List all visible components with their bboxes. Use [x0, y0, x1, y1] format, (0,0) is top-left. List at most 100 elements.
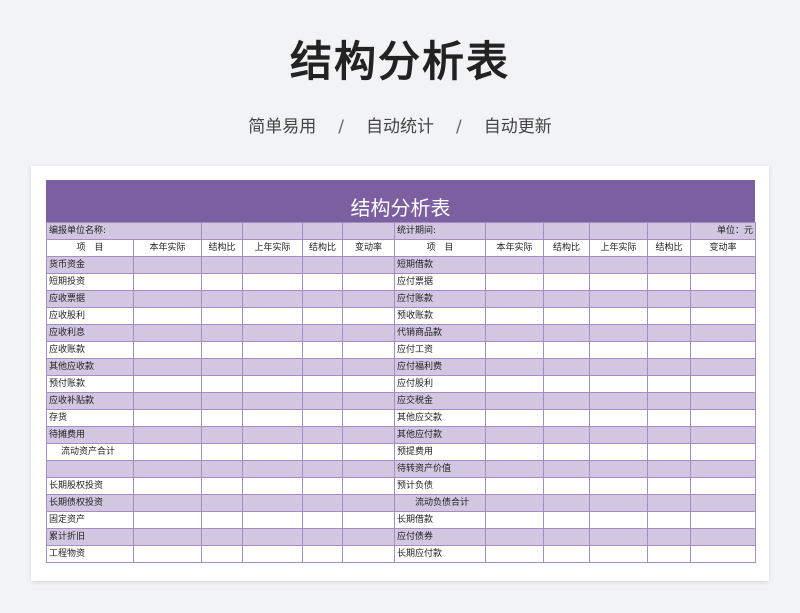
table-cell[interactable]: [242, 528, 304, 546]
table-cell[interactable]: [690, 341, 757, 359]
table-cell[interactable]: [485, 409, 545, 427]
table-cell[interactable]: [132, 477, 203, 495]
table-cell[interactable]: [242, 375, 304, 393]
table-cell[interactable]: [690, 324, 757, 342]
table-cell[interactable]: [647, 392, 692, 410]
table-cell[interactable]: [690, 358, 757, 376]
table-cell[interactable]: [201, 460, 244, 478]
table-cell[interactable]: [342, 290, 396, 308]
table-cell[interactable]: [132, 324, 203, 342]
table-cell[interactable]: [543, 290, 591, 308]
table-cell[interactable]: [589, 426, 649, 444]
table-cell[interactable]: [690, 409, 757, 427]
table-cell[interactable]: [302, 511, 344, 529]
table-cell[interactable]: [485, 324, 545, 342]
table-cell[interactable]: [589, 256, 649, 274]
table-cell[interactable]: [543, 222, 591, 240]
table-cell[interactable]: [201, 426, 244, 444]
table-cell[interactable]: [589, 545, 649, 563]
table-cell[interactable]: [302, 409, 344, 427]
table-cell[interactable]: [647, 528, 692, 546]
table-cell[interactable]: [485, 511, 545, 529]
table-cell[interactable]: [690, 273, 757, 291]
table-cell[interactable]: [242, 324, 304, 342]
table-cell[interactable]: [342, 443, 396, 461]
table-cell[interactable]: [647, 460, 692, 478]
table-cell[interactable]: [690, 494, 757, 512]
table-cell[interactable]: [201, 477, 244, 495]
table-cell[interactable]: [647, 545, 692, 563]
table-cell[interactable]: [201, 392, 244, 410]
table-cell[interactable]: [201, 545, 244, 563]
table-cell[interactable]: [485, 528, 545, 546]
table-cell[interactable]: [485, 307, 545, 325]
table-cell[interactable]: [132, 494, 203, 512]
table-cell[interactable]: [543, 256, 591, 274]
table-cell[interactable]: [342, 494, 396, 512]
table-cell[interactable]: [302, 477, 344, 495]
table-cell[interactable]: [690, 477, 757, 495]
table-cell[interactable]: [302, 341, 344, 359]
table-cell[interactable]: [589, 341, 649, 359]
table-cell[interactable]: [690, 375, 757, 393]
table-cell[interactable]: [589, 443, 649, 461]
table-cell[interactable]: [485, 273, 545, 291]
table-cell[interactable]: [132, 307, 203, 325]
table-cell[interactable]: [242, 392, 304, 410]
table-cell[interactable]: [201, 222, 244, 240]
table-cell[interactable]: [690, 392, 757, 410]
table-cell[interactable]: [342, 273, 396, 291]
table-cell[interactable]: [690, 528, 757, 546]
table-cell[interactable]: [132, 511, 203, 529]
table-cell[interactable]: [647, 307, 692, 325]
table-cell[interactable]: [485, 392, 545, 410]
table-cell[interactable]: [132, 426, 203, 444]
table-cell[interactable]: [690, 443, 757, 461]
table-cell[interactable]: [647, 494, 692, 512]
table-cell[interactable]: [543, 545, 591, 563]
table-cell[interactable]: [132, 392, 203, 410]
table-cell[interactable]: [543, 273, 591, 291]
table-cell[interactable]: [543, 494, 591, 512]
table-cell[interactable]: [132, 358, 203, 376]
table-cell[interactable]: [302, 392, 344, 410]
table-cell[interactable]: [132, 460, 203, 478]
table-cell[interactable]: [242, 307, 304, 325]
table-cell[interactable]: [302, 375, 344, 393]
table-cell[interactable]: [201, 375, 244, 393]
table-cell[interactable]: [242, 290, 304, 308]
table-cell[interactable]: [543, 511, 591, 529]
table-cell[interactable]: [589, 324, 649, 342]
table-cell[interactable]: [543, 307, 591, 325]
table-cell[interactable]: [132, 545, 203, 563]
table-cell[interactable]: [690, 256, 757, 274]
table-cell[interactable]: [342, 341, 396, 359]
table-cell[interactable]: [242, 511, 304, 529]
table-cell[interactable]: [302, 528, 344, 546]
table-cell[interactable]: [132, 341, 203, 359]
table-cell[interactable]: [543, 392, 591, 410]
table-cell[interactable]: [342, 528, 396, 546]
table-cell[interactable]: [647, 375, 692, 393]
table-cell[interactable]: [589, 307, 649, 325]
table-cell[interactable]: [589, 511, 649, 529]
table-cell[interactable]: [201, 443, 244, 461]
table-cell[interactable]: [647, 273, 692, 291]
table-cell[interactable]: [485, 358, 545, 376]
table-cell[interactable]: [132, 409, 203, 427]
table-cell[interactable]: [589, 290, 649, 308]
table-cell[interactable]: [242, 426, 304, 444]
table-cell[interactable]: [485, 256, 545, 274]
table-cell[interactable]: [485, 290, 545, 308]
table-cell[interactable]: [647, 324, 692, 342]
table-cell[interactable]: [342, 426, 396, 444]
table-cell[interactable]: [242, 494, 304, 512]
table-cell[interactable]: [132, 375, 203, 393]
table-cell[interactable]: [485, 494, 545, 512]
table-cell[interactable]: [647, 511, 692, 529]
table-cell[interactable]: [342, 460, 396, 478]
table-cell[interactable]: [132, 273, 203, 291]
table-cell[interactable]: [132, 528, 203, 546]
table-cell[interactable]: [647, 358, 692, 376]
table-cell[interactable]: [543, 341, 591, 359]
